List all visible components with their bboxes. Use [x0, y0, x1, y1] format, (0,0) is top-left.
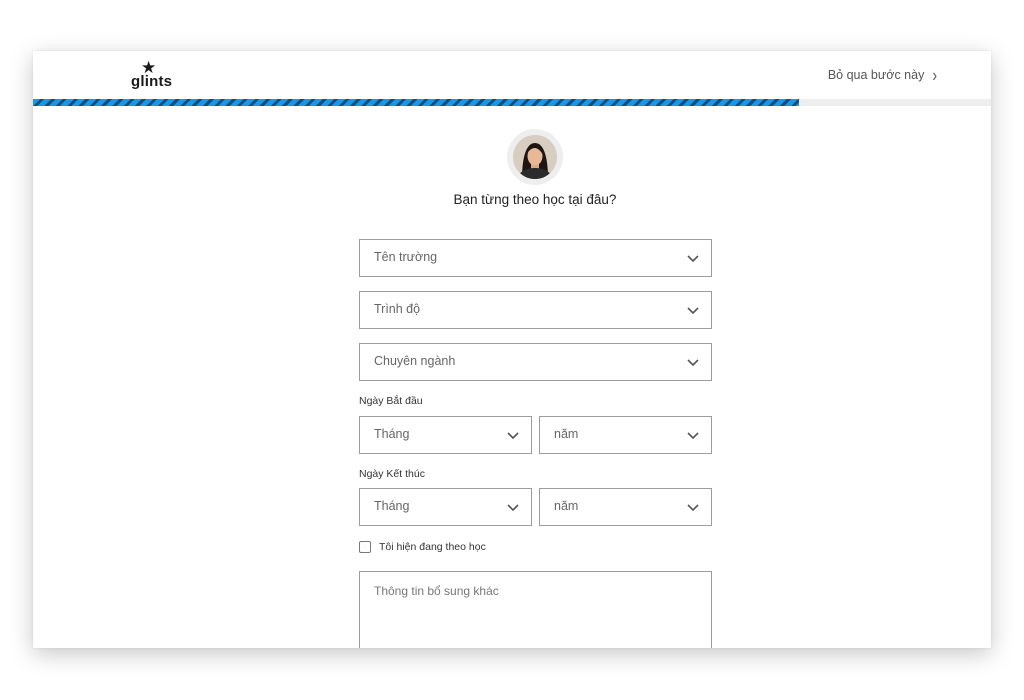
end-month-select[interactable]: Tháng — [359, 488, 532, 526]
start-month-select[interactable]: Tháng — [359, 416, 532, 454]
app-window: ★ glints Bỏ qua bước này › Bạn từng theo… — [33, 51, 991, 648]
start-month-placeholder: Tháng — [374, 427, 410, 441]
additional-info-placeholder: Thông tin bổ sung khác — [374, 584, 499, 598]
level-select[interactable]: Trình độ — [359, 291, 712, 329]
avatar-portrait — [513, 135, 557, 179]
chevron-down-icon — [507, 432, 519, 440]
school-select[interactable]: Tên trường — [359, 239, 712, 277]
end-month-placeholder: Tháng — [374, 499, 410, 513]
end-year-select[interactable]: năm — [539, 488, 712, 526]
progress-bar-fill — [33, 99, 800, 106]
start-year-select[interactable]: năm — [539, 416, 712, 454]
major-select-placeholder: Chuyên ngành — [374, 354, 456, 368]
glints-logo[interactable]: ★ glints — [131, 59, 175, 93]
major-select[interactable]: Chuyên ngành — [359, 343, 712, 381]
top-bar: ★ glints Bỏ qua bước này › — [33, 51, 991, 100]
progress-bar — [33, 99, 991, 106]
currently-studying-checkbox[interactable] — [359, 541, 371, 553]
start-year-placeholder: năm — [554, 427, 579, 441]
logo-text: glints — [131, 73, 173, 90]
chevron-down-icon — [687, 255, 699, 263]
avatar-frame — [507, 129, 563, 185]
school-select-placeholder: Tên trường — [374, 250, 438, 264]
chevron-down-icon — [687, 504, 699, 512]
end-year-placeholder: năm — [554, 499, 579, 513]
chevron-down-icon — [687, 359, 699, 367]
additional-info-textarea[interactable]: Thông tin bổ sung khác — [359, 571, 712, 648]
chevron-down-icon — [687, 307, 699, 315]
avatar — [513, 135, 557, 179]
form-question: Bạn từng theo học tại đâu? — [453, 192, 617, 207]
skip-step-button[interactable]: Bỏ qua bước này › — [827, 64, 937, 86]
page: ★ glints Bỏ qua bước này › Bạn từng theo… — [0, 0, 1024, 700]
end-date-label: Ngày Kết thúc — [359, 468, 425, 480]
skip-step-label: Bỏ qua bước này — [827, 68, 925, 82]
chevron-down-icon — [687, 432, 699, 440]
chevron-right-icon: › — [932, 64, 937, 86]
start-date-label: Ngày Bắt đầu — [359, 395, 423, 407]
currently-studying-row: Tôi hiện đang theo học — [359, 539, 486, 555]
level-select-placeholder: Trình độ — [374, 302, 421, 316]
currently-studying-label[interactable]: Tôi hiện đang theo học — [379, 541, 486, 553]
chevron-down-icon — [507, 504, 519, 512]
